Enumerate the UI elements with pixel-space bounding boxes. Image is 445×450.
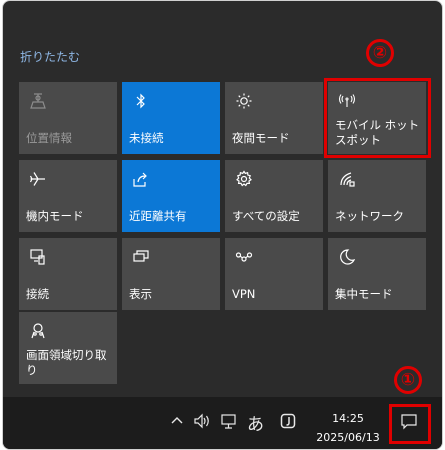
tile-all-settings[interactable]: すべての設定: [225, 160, 323, 232]
tile-bluetooth[interactable]: 未接続: [122, 82, 220, 154]
tile-label: 夜間モード: [232, 131, 290, 145]
network-icon: [338, 170, 356, 188]
tile-snip[interactable]: 画面領域切り取り: [19, 312, 117, 384]
tile-label: 画面領域切り取り: [26, 348, 107, 377]
action-center-window: 折りたたむ 位置情報 未接続 夜間モード モバイル ホットスポット 機内モード …: [2, 0, 443, 450]
location-icon: [29, 92, 47, 110]
taskbar-clock[interactable]: 14:25 2025/06/13: [313, 409, 383, 447]
tile-label: 位置情報: [26, 131, 72, 145]
tile-connect[interactable]: 接続: [19, 238, 117, 310]
project-icon: [132, 248, 150, 266]
snip-icon: [29, 322, 47, 340]
tile-label: 集中モード: [335, 287, 393, 301]
tile-location[interactable]: 位置情報: [19, 82, 117, 154]
connect-icon: [29, 248, 47, 266]
annotation-marker-2: ②: [366, 39, 394, 67]
volume-icon[interactable]: [193, 413, 211, 429]
ime-icon[interactable]: あ: [247, 410, 264, 435]
tile-network[interactable]: ネットワーク: [328, 160, 426, 232]
tile-vpn[interactable]: VPN: [225, 238, 323, 310]
annotation-marker-1: ①: [394, 366, 422, 394]
tile-label: ネットワーク: [335, 209, 404, 223]
tile-nearby-sharing[interactable]: 近距離共有: [122, 160, 220, 232]
share-icon: [132, 170, 150, 188]
tile-label: VPN: [232, 287, 256, 301]
tile-label: 近距離共有: [129, 209, 187, 223]
tile-label: 未接続: [129, 131, 164, 145]
bluetooth-icon: [132, 92, 150, 110]
pen-icon[interactable]: [280, 413, 296, 429]
hotspot-icon: [338, 92, 356, 110]
notification-icon[interactable]: [400, 413, 418, 430]
brightness-icon: [235, 92, 253, 110]
tile-focus-assist[interactable]: 集中モード: [328, 238, 426, 310]
clock-time: 14:25: [332, 412, 364, 425]
tile-airplane-mode[interactable]: 機内モード: [19, 160, 117, 232]
chevron-up-icon[interactable]: [170, 414, 184, 428]
tile-label: 表示: [129, 287, 152, 301]
tile-label: 接続: [26, 287, 49, 301]
network-pc-icon[interactable]: [221, 414, 238, 429]
airplane-icon: [29, 170, 47, 188]
tile-project[interactable]: 表示: [122, 238, 220, 310]
gear-icon: [235, 170, 253, 188]
collapse-link[interactable]: 折りたたむ: [20, 48, 80, 65]
tile-night-light[interactable]: 夜間モード: [225, 82, 323, 154]
moon-icon: [338, 248, 356, 266]
tile-mobile-hotspot[interactable]: モバイル ホットスポット: [328, 82, 426, 154]
vpn-icon: [235, 248, 253, 266]
tile-label: すべての設定: [232, 209, 300, 223]
tile-label: 機内モード: [26, 209, 84, 223]
tile-label: モバイル ホットスポット: [335, 118, 420, 147]
clock-date: 2025/06/13: [316, 431, 380, 444]
